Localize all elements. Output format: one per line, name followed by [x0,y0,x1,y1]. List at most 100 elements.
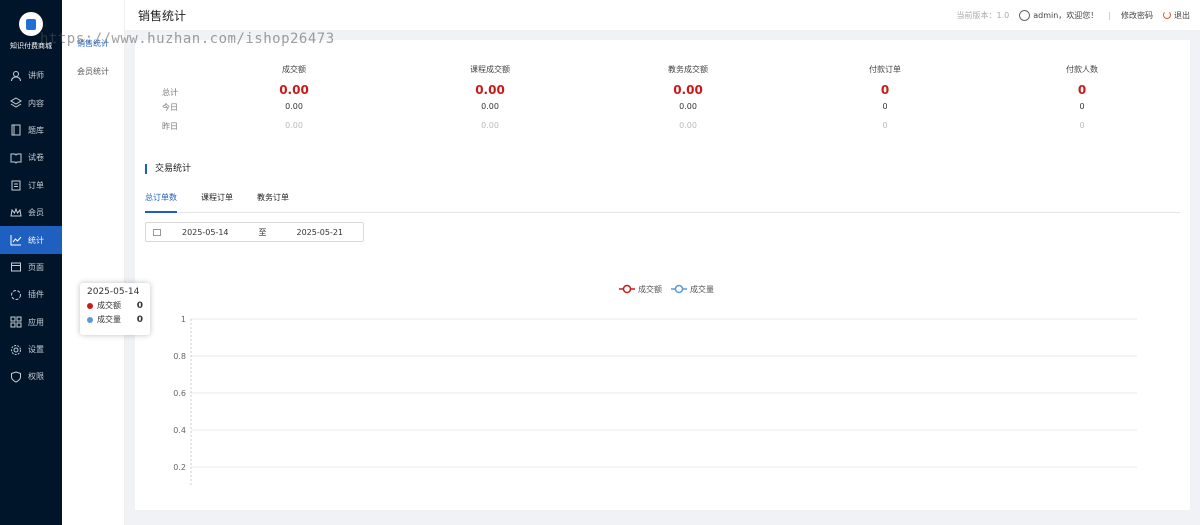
sidebar-item[interactable]: 页面 [0,254,62,281]
layers-icon [10,97,22,109]
series-dot-icon [87,302,93,309]
book-icon [10,124,22,136]
sidebar-item[interactable]: 会员 [0,199,62,226]
tooltip-series-name: 成交量 [97,315,121,324]
sidebar-item[interactable]: 订单 [0,172,62,199]
sidebar-item[interactable]: 内容 [0,89,62,116]
y-tick-label: 0.4 [173,426,186,435]
sidebar-item[interactable]: 题库 [0,117,62,144]
trade-line-chart: 成交额成交量00.20.40.60.812025-05-142025-05-15… [173,284,1137,486]
sidebar-item[interactable]: 统计 [0,226,62,254]
user-info[interactable]: admin，欢迎您！ [1019,9,1099,21]
user-icon [10,70,22,82]
tab-total-orders[interactable]: 总订单数 [145,192,177,213]
sidebar-item-label: 题库 [28,125,44,135]
stats-col-header: 付款订单 [869,65,901,74]
sidebar-item-label: 页面 [28,262,44,272]
sidebar-item[interactable]: 应用 [0,309,62,336]
stats-value: 0.00 [285,102,303,111]
power-icon [1163,11,1171,19]
tooltip-title: 2025-05-14 [87,287,140,297]
plugin-icon [10,289,22,301]
stats-value: 0 [1079,121,1085,130]
stats-value: 0 [882,102,888,111]
stats-row-label: 昨日 [162,122,178,131]
sidebar-item-label: 设置 [28,345,44,355]
stats-col-header: 课程成交额 [470,65,510,74]
page-title: 销售统计 [138,8,187,23]
calendar-icon [153,228,161,236]
stats-col-header: 付款人数 [1066,65,1098,74]
sidebar-item[interactable]: 讲师 [0,62,62,89]
sidebar-item-label: 权限 [28,372,44,382]
tab-course-orders[interactable]: 课程订单 [201,192,233,213]
legend-label: 成交额 [638,284,662,294]
sidebar-item-label: 试卷 [28,153,44,163]
stats-value: 0.00 [279,83,309,97]
y-tick-label: 0.2 [173,463,186,472]
tooltip-row: 成交量 0 [87,314,143,325]
y-tick-label: 0.6 [173,389,186,398]
sidebar-item-label: 应用 [28,317,44,327]
stats-row-yesterday: 昨日 0.00 0.00 0.00 0 0 [135,121,1190,140]
tooltip-row: 成交额 0 [87,300,143,311]
content-card: 成交额 课程成交额 教务成交额 付款订单 付款人数 总计 0.00 0.00 0… [135,40,1190,510]
stats-value: 0 [1077,83,1087,97]
trade-chart: 成交额成交量00.20.40.60.812025-05-142025-05-15… [135,236,1190,486]
legend-marker [622,284,632,294]
stats-row-label: 总计 [162,88,178,97]
stats-value: 0 [882,121,888,130]
stats-value: 0 [880,83,890,97]
tab-edu-orders[interactable]: 教务订单 [257,192,289,213]
sidebar-item[interactable]: 插件 [0,281,62,308]
sidebar-item-label: 讲师 [28,71,44,81]
logout-button[interactable]: 退出 [1163,10,1190,21]
change-password-link[interactable]: 修改密码 [1121,10,1153,21]
main-sidebar: 知识付费商城 讲师 内容 题库 试卷 订单 会员 统计 页面 插件 应用 设置 权限 [0,0,62,525]
clipboard-icon [10,179,22,191]
section-title: 交易统计 [145,164,191,174]
chart-icon [10,234,22,246]
stats-value: 0.00 [679,121,697,130]
stats-row-today: 今日 0.00 0.00 0.00 0 0 [135,102,1190,121]
stats-col-header: 教务成交额 [668,65,708,74]
tooltip-series-name: 成交额 [97,301,121,310]
stats-value: 0.00 [673,83,703,97]
header-actions: 当前版本：1.0 admin，欢迎您！ | 修改密码 退出 [956,0,1190,30]
version-text: 当前版本：1.0 [956,10,1010,20]
page-icon [10,261,22,273]
y-tick-label: 0.8 [173,352,186,361]
stats-header-row: 成交额 课程成交额 教务成交额 付款订单 付款人数 [135,64,1190,83]
stats-table: 成交额 课程成交额 教务成交额 付款订单 付款人数 总计 0.00 0.00 0… [135,64,1190,140]
gear-icon [10,344,22,356]
legend-label: 成交量 [690,284,714,294]
watermark: https://www.huzhan.com/ishop26473 [40,31,335,47]
sidebar-item-label: 统计 [28,235,44,245]
stats-row-total: 总计 0.00 0.00 0.00 0 0 [135,83,1190,102]
logout-label: 退出 [1174,10,1190,20]
sidebar-item[interactable]: 设置 [0,336,62,363]
top-header: 销售统计 当前版本：1.0 admin，欢迎您！ | 修改密码 退出 [125,0,1200,30]
tooltip-series-value: 0 [136,300,143,311]
chart-tooltip: 2025-05-14 成交额 0 成交量 0 [80,283,150,335]
sidebar-item[interactable]: 权限 [0,363,62,390]
sidebar-item-label: 插件 [28,290,44,300]
sidebar-item-label: 会员 [28,208,44,218]
stats-col-header: 成交额 [282,65,306,74]
stats-value: 0.00 [679,102,697,111]
crown-icon [10,207,22,219]
stats-value: 0 [1079,102,1085,111]
sidebar-item-label: 内容 [28,98,44,108]
stats-row-label: 今日 [162,103,178,112]
stats-submenu: 销售统计 会员统计 [62,0,125,525]
user-greeting: admin，欢迎您！ [1033,10,1099,20]
order-tabs: 总订单数 课程订单 教务订单 [145,192,1180,213]
submenu-item-member-stats[interactable]: 会员统计 [62,57,124,85]
series-dot-icon [87,316,93,323]
paper-icon [10,152,22,164]
stats-value: 0.00 [481,121,499,130]
tooltip-series-value: 0 [136,314,143,325]
avatar-icon [1019,9,1031,21]
shield-icon [10,371,22,383]
sidebar-item[interactable]: 试卷 [0,144,62,171]
